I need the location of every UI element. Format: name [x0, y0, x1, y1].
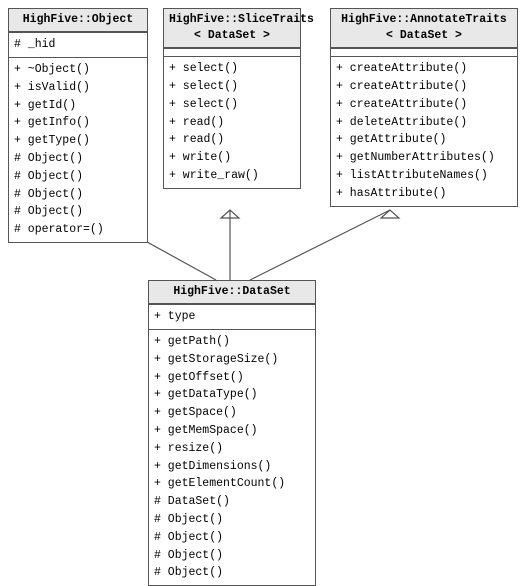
dataset-m8: + getDimensions() [154, 458, 310, 476]
object-section1: # _hid [9, 32, 147, 57]
dataset-m9: + getElementCount() [154, 475, 310, 493]
object-m4: + getInfo() [14, 114, 142, 132]
dataset-section2: + getPath() + getStorageSize() + getOffs… [149, 329, 315, 585]
annotatetraits-m8: + hasAttribute() [336, 185, 512, 203]
slicetraits-m6: + write() [169, 149, 295, 167]
dataset-m6: + getMemSpace() [154, 422, 310, 440]
dataset-title: HighFive::DataSet [173, 285, 290, 298]
slicetraits-m4: + read() [169, 114, 295, 132]
dataset-m10: # DataSet() [154, 493, 310, 511]
object-section2: + ~Object() + isValid() + getId() + getI… [9, 57, 147, 242]
annotatetraits-title2: < DataSet > [386, 29, 462, 42]
dataset-m3: + getOffset() [154, 369, 310, 387]
object-title: HighFive::Object [23, 13, 133, 26]
annotatetraits-m5: + getAttribute() [336, 131, 512, 149]
object-m1: + ~Object() [14, 61, 142, 79]
object-header: HighFive::Object [9, 9, 147, 32]
slicetraits-m1: + select() [169, 60, 295, 78]
dataset-m4: + getDataType() [154, 386, 310, 404]
object-m6: # Object() [14, 150, 142, 168]
annotatetraits-m6: + getNumberAttributes() [336, 149, 512, 167]
dataset-m5: + getSpace() [154, 404, 310, 422]
object-m2: + isValid() [14, 79, 142, 97]
annotatetraits-m2: + createAttribute() [336, 78, 512, 96]
slicetraits-title2: < DataSet > [194, 29, 270, 42]
annotatetraits-header: HighFive::AnnotateTraits < DataSet > [331, 9, 517, 48]
annotatetraits-title1: HighFive::AnnotateTraits [341, 13, 507, 26]
object-m8: # Object() [14, 186, 142, 204]
slicetraits-m2: + select() [169, 78, 295, 96]
object-m10: # operator=() [14, 221, 142, 239]
dataset-m7: + resize() [154, 440, 310, 458]
annotatetraits-m7: + listAttributeNames() [336, 167, 512, 185]
annotatetraits-m4: + deleteAttribute() [336, 114, 512, 132]
dataset-m12: # Object() [154, 529, 310, 547]
slicetraits-section1 [164, 48, 300, 56]
dataset-m2: + getStorageSize() [154, 351, 310, 369]
annotatetraits-m3: + createAttribute() [336, 96, 512, 114]
object-box: HighFive::Object # _hid + ~Object() + is… [8, 8, 148, 243]
object-hid: # _hid [14, 36, 142, 54]
annotatetraits-section1 [331, 48, 517, 56]
object-m5: + getType() [14, 132, 142, 150]
dataset-header: HighFive::DataSet [149, 281, 315, 304]
slicetraits-box: HighFive::SliceTraits < DataSet > + sele… [163, 8, 301, 189]
annotatetraits-section2: + createAttribute() + createAttribute() … [331, 56, 517, 206]
object-m9: # Object() [14, 203, 142, 221]
slicetraits-m5: + read() [169, 131, 295, 149]
dataset-m13: # Object() [154, 547, 310, 565]
dataset-box: HighFive::DataSet + type + getPath() + g… [148, 280, 316, 586]
dataset-m11: # Object() [154, 511, 310, 529]
dataset-m14: # Object() [154, 564, 310, 582]
dataset-type: + type [154, 308, 310, 326]
dataset-m1: + getPath() [154, 333, 310, 351]
slicetraits-m7: + write_raw() [169, 167, 295, 185]
diagram-container: HighFive::Object # _hid + ~Object() + is… [0, 0, 525, 536]
annotatetraits-box: HighFive::AnnotateTraits < DataSet > + c… [330, 8, 518, 207]
object-m7: # Object() [14, 168, 142, 186]
slicetraits-title1: HighFive::SliceTraits [169, 13, 314, 26]
annotatetraits-m1: + createAttribute() [336, 60, 512, 78]
slicetraits-section2: + select() + select() + select() + read(… [164, 56, 300, 188]
object-m3: + getId() [14, 97, 142, 115]
slicetraits-header: HighFive::SliceTraits < DataSet > [164, 9, 300, 48]
slicetraits-m3: + select() [169, 96, 295, 114]
dataset-section1: + type [149, 304, 315, 329]
